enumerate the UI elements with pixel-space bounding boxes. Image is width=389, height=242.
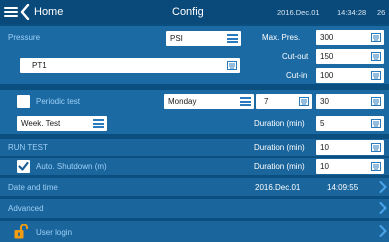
date-time-date: 2016.Dec.01 <box>255 183 301 192</box>
chevron-right-icon[interactable] <box>379 202 387 214</box>
unlock-icon <box>14 223 28 239</box>
periodic-duration-value: 5 <box>320 119 325 128</box>
pressure-unit-value: PSI <box>170 34 183 43</box>
run-test-duration-label: Duration (min) <box>254 143 305 152</box>
back-chevron-icon[interactable] <box>20 3 30 21</box>
periodic-day-value: Monday <box>168 97 197 106</box>
periodic-value: 30 <box>320 97 329 106</box>
list-icon <box>227 34 238 43</box>
keyboard-icon <box>371 143 381 152</box>
periodic-daynum-value: 7 <box>264 97 269 106</box>
pressure-unit-select[interactable]: PSI <box>166 31 241 46</box>
periodic-day-select[interactable]: Monday <box>164 94 254 109</box>
header-date: 2016.Dec.01 <box>277 8 320 17</box>
cutout-label: Cut-out <box>282 52 309 61</box>
cutin-field[interactable]: 100 <box>316 68 384 83</box>
keyboard-icon <box>371 119 381 128</box>
cutin-label: Cut-in <box>286 71 308 80</box>
date-time-label: Date and time <box>8 183 58 192</box>
run-test-duration-field[interactable]: 10 <box>316 140 384 155</box>
page-title: Config <box>172 6 204 18</box>
max-pres-label: Max. Pres. <box>262 33 301 42</box>
keyboard-icon <box>227 61 237 70</box>
cutout-value: 150 <box>320 52 334 61</box>
chevron-right-icon[interactable] <box>379 225 387 237</box>
list-icon <box>93 119 104 128</box>
date-time-time: 14:09:55 <box>327 183 359 192</box>
keyboard-icon <box>299 97 309 106</box>
run-test-label[interactable]: RUN TEST <box>8 143 48 152</box>
max-pres-value: 300 <box>320 33 334 42</box>
keyboard-icon <box>371 162 381 171</box>
periodic-mode-value: Week. Test <box>21 119 61 128</box>
auto-shutdown-label: Auto. Shutdown (m) <box>36 162 107 171</box>
run-test-duration-value: 10 <box>320 143 329 152</box>
periodic-value-field[interactable]: 30 <box>316 94 384 109</box>
max-pres-field[interactable]: 300 <box>316 30 384 45</box>
keyboard-icon <box>371 52 381 61</box>
periodic-mode-select[interactable]: Week. Test <box>17 116 107 131</box>
periodic-daynum-field[interactable]: 7 <box>256 94 312 109</box>
auto-shutdown-checkbox[interactable] <box>17 160 30 173</box>
header-time: 14:34:28 <box>337 8 367 17</box>
advanced-label: Advanced <box>8 204 44 213</box>
pressure-name-value: PT1 <box>32 61 47 70</box>
keyboard-icon <box>371 97 381 106</box>
periodic-test-checkbox[interactable] <box>17 95 30 108</box>
header-extra: 26 <box>377 8 386 17</box>
cutout-field[interactable]: 150 <box>316 49 384 64</box>
menu-icon[interactable] <box>4 7 18 17</box>
periodic-duration-field[interactable]: 5 <box>316 116 384 131</box>
auto-shutdown-duration-label: Duration (min) <box>254 162 305 171</box>
list-icon <box>240 97 251 106</box>
user-login-label: User login <box>36 228 73 237</box>
chevron-right-icon[interactable] <box>379 181 387 193</box>
pressure-name-field[interactable]: PT1 <box>20 58 240 73</box>
auto-shutdown-duration-value: 10 <box>320 162 329 171</box>
advanced-row[interactable] <box>0 199 389 218</box>
auto-shutdown-duration-field[interactable]: 10 <box>316 159 384 174</box>
pressure-label: Pressure <box>8 33 41 42</box>
periodic-duration-label: Duration (min) <box>254 119 305 128</box>
home-label[interactable]: Home <box>34 6 63 18</box>
periodic-test-label: Periodic test <box>36 97 81 106</box>
keyboard-icon <box>371 33 381 42</box>
cutin-value: 100 <box>320 71 334 80</box>
keyboard-icon <box>371 71 381 80</box>
